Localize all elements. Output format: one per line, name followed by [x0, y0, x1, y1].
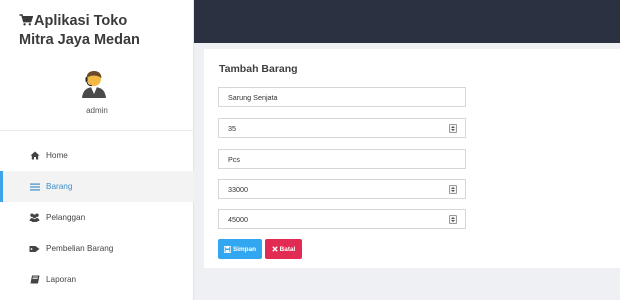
sidebar-nav: Home Barang Pelanggan Pembelian Barang L…	[0, 140, 194, 295]
main-content: Tambah Barang Sarung Senjata 35 Pcs 3300…	[194, 43, 620, 300]
field-value: Pcs	[228, 154, 240, 164]
save-button[interactable]: Simpan	[218, 239, 262, 259]
stok-input[interactable]: 35	[218, 118, 466, 138]
form-card: Tambah Barang Sarung Senjata 35 Pcs 3300…	[204, 49, 620, 268]
close-icon	[271, 246, 278, 252]
app-window: Aplikasi Toko Mitra Jaya Medan admin Hom…	[0, 0, 620, 300]
cancel-button[interactable]: Batal	[265, 239, 302, 259]
number-stepper[interactable]	[449, 185, 457, 194]
number-stepper[interactable]	[449, 215, 457, 224]
user-avatar-icon	[82, 71, 106, 98]
sidebar-item-label: Home	[46, 151, 68, 160]
field-value: Sarung Senjata	[228, 92, 278, 102]
sidebar: Aplikasi Toko Mitra Jaya Medan admin Hom…	[0, 0, 194, 300]
avatar	[79, 68, 109, 98]
save-icon	[223, 245, 231, 253]
field-value: 33000	[228, 184, 248, 194]
cancel-button-label: Batal	[279, 245, 296, 253]
field-value: 35	[228, 123, 236, 133]
app-brand[interactable]: Aplikasi Toko Mitra Jaya Medan	[19, 12, 189, 49]
sidebar-item-pelanggan[interactable]: Pelanggan	[0, 202, 194, 233]
book-icon	[29, 275, 40, 285]
page-title: Tambah Barang	[219, 63, 298, 75]
save-button-label: Simpan	[232, 245, 257, 253]
number-stepper[interactable]	[449, 124, 457, 133]
tag-icon	[29, 244, 40, 254]
harga-beli-input[interactable]: 33000	[218, 179, 466, 199]
satuan-input[interactable]: Pcs	[218, 149, 466, 169]
brand-line-1: Aplikasi Toko	[34, 13, 128, 29]
sidebar-item-label: Barang	[46, 182, 73, 191]
field-value: 45000	[228, 214, 248, 224]
user-name: admin	[86, 106, 108, 115]
list-icon	[29, 182, 40, 192]
brand-line-2: Mitra Jaya Medan	[19, 32, 140, 48]
sidebar-item-label: Pembelian Barang	[46, 244, 114, 253]
harga-jual-input[interactable]: 45000	[218, 209, 466, 229]
sidebar-item-label: Pelanggan	[46, 213, 86, 222]
sidebar-item-pembelian-barang[interactable]: Pembelian Barang	[0, 233, 194, 264]
nama-barang-input[interactable]: Sarung Senjata	[218, 87, 466, 107]
sidebar-item-barang[interactable]: Barang	[0, 171, 194, 202]
users-icon	[29, 213, 40, 223]
shopping-cart-icon	[19, 13, 34, 31]
home-icon	[29, 151, 40, 161]
top-navbar	[194, 0, 620, 43]
sidebar-item-laporan[interactable]: Laporan	[0, 264, 194, 295]
sidebar-item-label: Laporan	[46, 275, 77, 284]
sidebar-item-home[interactable]: Home	[0, 140, 194, 171]
sidebar-divider	[0, 130, 194, 131]
